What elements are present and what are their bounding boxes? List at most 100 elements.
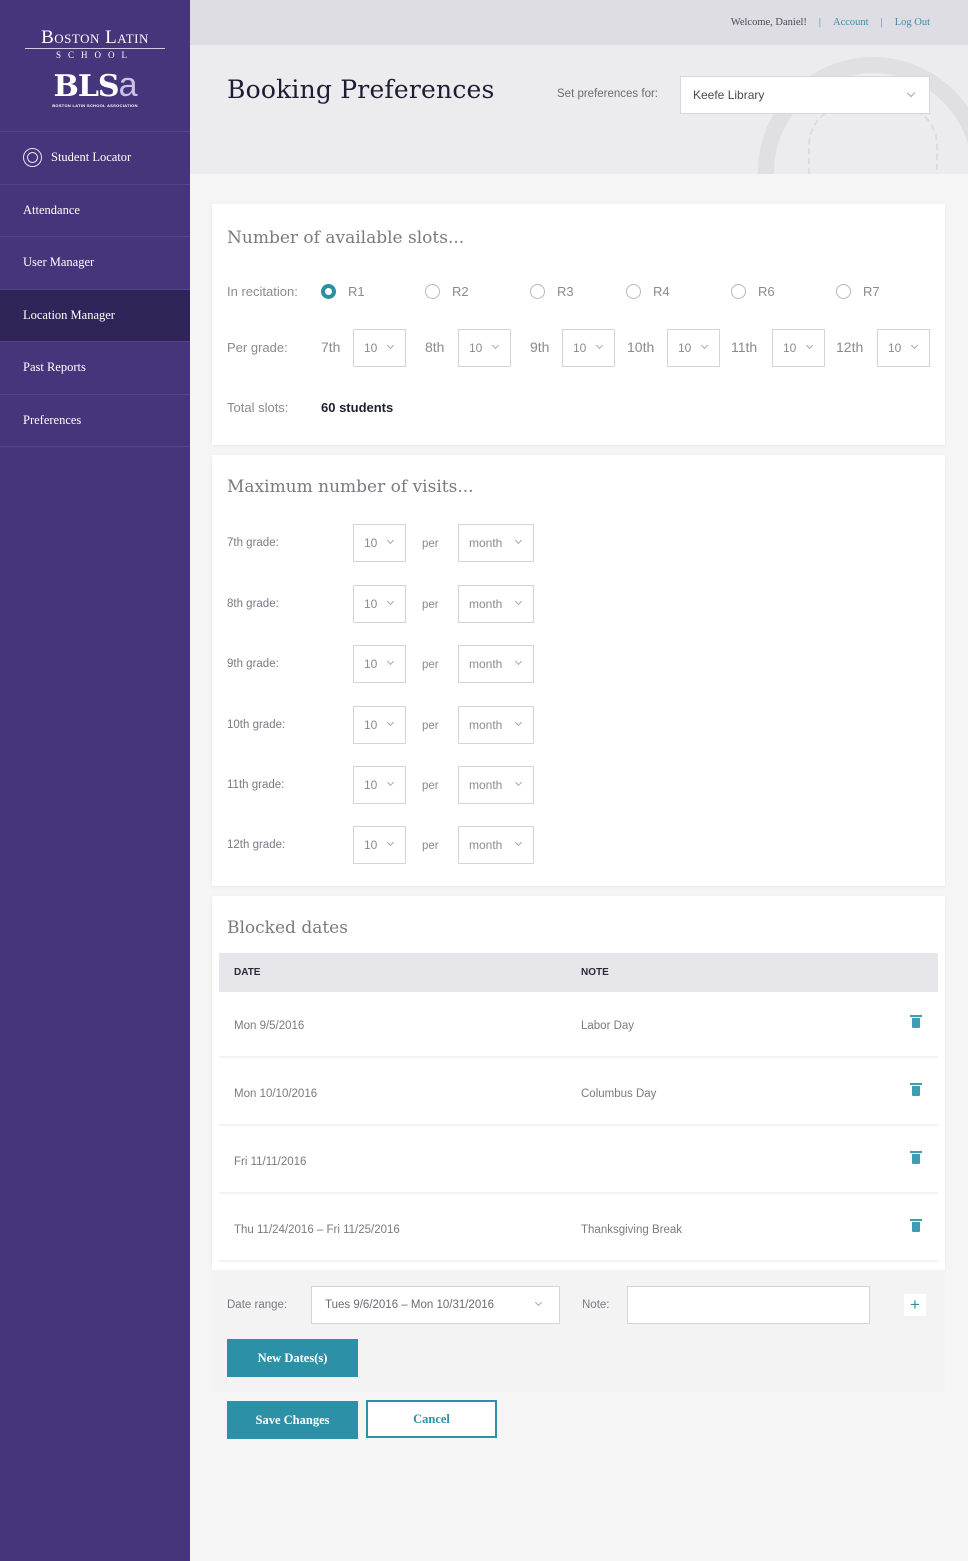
grade-12-visits-count-select[interactable]: 10: [353, 826, 406, 864]
chevron-down-icon: [386, 597, 395, 606]
logo[interactable]: Boston Latin SCHOOL BLSa BOSTON LATIN SC…: [0, 0, 190, 132]
per-grade-label: Per grade:: [227, 340, 288, 355]
table-header: DATE NOTE: [219, 953, 938, 992]
column-header-date: DATE: [234, 967, 261, 978]
radio-dot: [425, 284, 440, 299]
blocked-dates-card: Blocked dates DATE NOTE Mon 9/5/2016 Lab…: [212, 896, 945, 1270]
visit-grade-label: 10th grade:: [227, 719, 286, 731]
grade-label: 12th: [836, 339, 864, 355]
sidebar-item-user-manager[interactable]: User Manager: [0, 237, 190, 290]
note-input[interactable]: [627, 1286, 870, 1324]
total-slots-label: Total slots:: [227, 400, 289, 415]
grade-7-visits-period-select[interactable]: month: [458, 524, 534, 562]
grade-9-visits-period-select[interactable]: month: [458, 645, 534, 683]
per-label: per: [422, 840, 439, 852]
grade-8-visits-count-select[interactable]: 10: [353, 585, 406, 623]
trash-icon[interactable]: [910, 1219, 922, 1232]
per-label: per: [422, 599, 439, 611]
logout-link[interactable]: Log Out: [895, 17, 930, 28]
sidebar-item-attendance[interactable]: Attendance: [0, 185, 190, 237]
visit-grade-label: 12th grade:: [227, 839, 286, 851]
sidebar-item-location-manager[interactable]: Location Manager: [0, 289, 190, 342]
cancel-button[interactable]: Cancel: [366, 1400, 497, 1438]
location-select[interactable]: Keefe Library: [680, 76, 930, 114]
radio-label: R2: [452, 284, 469, 299]
grade-label: 8th: [425, 339, 445, 355]
radio-r1[interactable]: R1: [321, 284, 365, 299]
chevron-down-icon: [514, 597, 523, 606]
grade-8-slots-select[interactable]: 10: [458, 329, 511, 367]
row-date: Thu 11/24/2016 – Fri 11/25/2016: [234, 1224, 400, 1236]
account-link[interactable]: Account: [833, 17, 869, 28]
row-date: Mon 9/5/2016: [234, 1020, 305, 1032]
radio-r7[interactable]: R7: [836, 284, 880, 299]
grade-7-visits-count-select[interactable]: 10: [353, 524, 406, 562]
grade-8-visits-period-select[interactable]: month: [458, 585, 534, 623]
logo-mark-prefix: BLS: [53, 69, 119, 104]
chevron-down-icon: [700, 341, 709, 350]
radio-dot: [731, 284, 746, 299]
select-value: 10: [888, 341, 902, 355]
radio-label: R4: [653, 284, 670, 299]
grade-11-visits-period-select[interactable]: month: [458, 766, 534, 804]
table-row: Mon 9/5/2016 Labor Day: [219, 992, 938, 1058]
logo-mark: BLSa: [0, 68, 190, 104]
max-visits-card: Maximum number of visits... 7th grade: 1…: [212, 455, 945, 886]
grade-label: 9th: [530, 339, 550, 355]
sidebar-item-student-locator[interactable]: Student Locator: [0, 132, 190, 185]
row-note: Labor Day: [581, 1020, 635, 1032]
chevron-down-icon: [386, 718, 395, 727]
save-changes-button[interactable]: Save Changes: [227, 1401, 358, 1439]
radio-label: R6: [758, 284, 775, 299]
grade-11-slots-select[interactable]: 10: [772, 329, 825, 367]
new-dates-button[interactable]: New Dates(s): [227, 1339, 358, 1377]
available-slots-card: Number of available slots... In recitati…: [212, 204, 945, 445]
select-value: month: [469, 718, 503, 732]
date-range-select[interactable]: Tues 9/6/2016 – Mon 10/31/2016: [311, 1286, 560, 1324]
seal-watermark-detail: [808, 105, 938, 174]
sidebar-item-label: User Manager: [23, 255, 95, 270]
per-label: per: [422, 720, 439, 732]
grade-10-visits-period-select[interactable]: month: [458, 706, 534, 744]
trash-icon[interactable]: [910, 1015, 922, 1028]
note-label: Note:: [582, 1299, 610, 1311]
trash-icon[interactable]: [910, 1083, 922, 1096]
table-row: Thu 11/24/2016 – Fri 11/25/2016 Thanksgi…: [219, 1196, 938, 1262]
row-date: Fri 11/11/2016: [234, 1156, 307, 1168]
sidebar-item-preferences[interactable]: Preferences: [0, 395, 190, 447]
radio-r3[interactable]: R3: [530, 284, 574, 299]
grade-10-visits-count-select[interactable]: 10: [353, 706, 406, 744]
chevron-down-icon: [514, 838, 523, 847]
grade-11-visits-count-select[interactable]: 10: [353, 766, 406, 804]
compass-icon: [23, 148, 42, 168]
sidebar-item-past-reports[interactable]: Past Reports: [0, 342, 190, 395]
grade-9-slots-select[interactable]: 10: [562, 329, 615, 367]
grade-12-slots-select[interactable]: 10: [877, 329, 930, 367]
add-date-plus-button[interactable]: +: [904, 1294, 926, 1316]
per-label: per: [422, 780, 439, 792]
select-value: 10: [364, 536, 378, 550]
chevron-down-icon: [386, 341, 395, 350]
radio-r6[interactable]: R6: [731, 284, 775, 299]
per-label: per: [422, 659, 439, 671]
radio-dot: [626, 284, 641, 299]
grade-12-visits-period-select[interactable]: month: [458, 826, 534, 864]
row-note: Thanksgiving Break: [581, 1224, 682, 1236]
chevron-down-icon: [386, 778, 395, 787]
grade-7-slots-select[interactable]: 10: [353, 329, 406, 367]
radio-r2[interactable]: R2: [425, 284, 469, 299]
trash-icon[interactable]: [910, 1151, 922, 1164]
column-header-note: NOTE: [581, 967, 609, 978]
row-note: Columbus Day: [581, 1088, 657, 1100]
row-date: Mon 10/10/2016: [234, 1088, 318, 1100]
grade-10-slots-select[interactable]: 10: [667, 329, 720, 367]
separator: |: [818, 17, 822, 28]
select-value: 10: [783, 341, 797, 355]
grade-9-visits-count-select[interactable]: 10: [353, 645, 406, 683]
chevron-down-icon: [595, 341, 604, 350]
chevron-down-icon: [910, 341, 919, 350]
select-value: month: [469, 597, 503, 611]
sidebar-item-label: Student Locator: [51, 150, 132, 165]
radio-r4[interactable]: R4: [626, 284, 670, 299]
select-value: 10: [364, 718, 378, 732]
